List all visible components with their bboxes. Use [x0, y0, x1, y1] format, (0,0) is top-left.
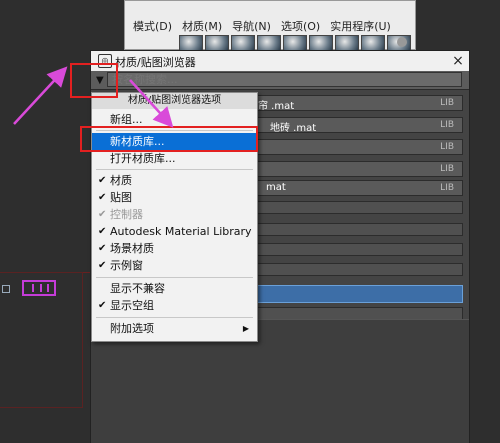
annotation-arrows: [13, 66, 174, 128]
annotation-arrow: [13, 66, 68, 125]
annotation-arrow: [129, 79, 174, 128]
